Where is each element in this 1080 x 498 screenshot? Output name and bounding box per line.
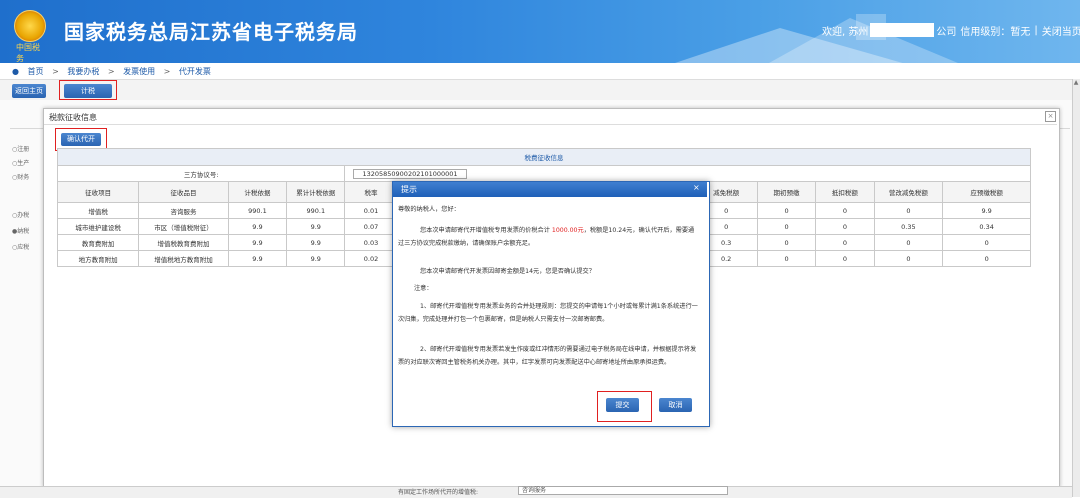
cell: 0	[756, 250, 817, 267]
user-info: 欢迎, 苏州 公司 信用级别：暂无 | 关闭当页	[822, 22, 1080, 38]
col-header: 营改减免税额	[873, 181, 944, 203]
cell: 0	[873, 234, 944, 251]
cell: 0.35	[873, 218, 944, 235]
cell: 0.34	[942, 218, 1031, 235]
breadcrumb-separator: >	[52, 67, 59, 76]
cell: 0	[815, 234, 875, 251]
col-header: 期初预缴	[756, 181, 817, 203]
cell: 增值税	[56, 202, 140, 219]
cell: 0	[756, 202, 817, 219]
emblem-caption: 中国税务	[16, 43, 40, 63]
cell: 0.03	[344, 234, 398, 251]
cell: 教育费附加	[56, 234, 140, 251]
cell: 9.9	[227, 218, 288, 235]
redacted-name	[870, 23, 935, 37]
col-header: 累计计税依据	[286, 181, 346, 203]
tax-emblem-icon	[14, 10, 46, 42]
cell: 990.1	[227, 202, 288, 219]
cell: 0.07	[344, 218, 398, 235]
cell: 0	[873, 202, 944, 219]
site-title: 国家税务总局江苏省电子税务局	[64, 20, 358, 44]
service-select[interactable]: 咨询服务	[518, 486, 728, 495]
amount-highlight: 1000.00元	[551, 227, 584, 234]
cell: 990.1	[286, 202, 346, 219]
dialog-close-icon[interactable]: ×	[1045, 111, 1056, 122]
modal-note-1: 1、邮寄代开增值税专用发票业务的合并处理规则：您提交的申请每1个小时或每累计满1…	[398, 303, 698, 323]
cell: 0	[942, 250, 1031, 267]
bg-option: ●纳税	[12, 228, 30, 235]
company-suffix: 公司	[936, 26, 957, 38]
cell: 增值税地方教育附加	[138, 250, 229, 267]
highlight-box	[597, 391, 652, 422]
cell: 9.9	[286, 250, 346, 267]
col-header: 征收品目	[138, 181, 229, 203]
col-header: 征收项目	[56, 181, 140, 203]
dialog-divider	[44, 124, 1057, 125]
cell: 0	[756, 234, 817, 251]
cell: 0	[873, 250, 944, 267]
cell: 咨询服务	[138, 202, 229, 219]
modal-header	[393, 182, 707, 197]
col-header: 税率	[344, 181, 398, 203]
bg-option: ○财务	[12, 174, 30, 181]
breadcrumb-separator: >	[163, 67, 171, 76]
table-section-title: 税费征收信息	[57, 148, 1031, 166]
cell: 9.9	[286, 234, 346, 251]
cell: 地方教育附加	[56, 250, 140, 267]
cell: 9.9	[227, 250, 288, 267]
credit-level: 信用级别：暂无	[960, 26, 1031, 38]
breadcrumb: ● 首页 > 我要办税 > 发票使用 > 代开发票	[12, 66, 211, 77]
cell: 城市维护建设税	[56, 218, 140, 235]
bg-option: ○应税	[12, 244, 30, 251]
modal-close-icon[interactable]: ×	[693, 183, 700, 192]
breadcrumb-invoice-use[interactable]: 发票使用	[123, 67, 155, 76]
bg-option: ○生产	[12, 160, 30, 167]
modal-paragraph-postage: 您本次申请邮寄代开发票因邮寄金额是14元，您是否确认提交？	[420, 268, 595, 275]
modal-paragraph-amount: 您本次申请邮寄代开增值税专用发票的价税合计 1000.00元，税额是10.24元…	[398, 227, 695, 247]
agreement-label: 三方协议号:	[56, 165, 346, 182]
cell: 9.9	[942, 202, 1031, 219]
agreement-cell: 13205850900202101000001	[344, 165, 1031, 182]
scroll-up-icon[interactable]: ▲	[1072, 79, 1080, 87]
cell: 增值税教育费附加	[138, 234, 229, 251]
cell: 0.02	[344, 250, 398, 267]
cell: 0	[756, 218, 817, 235]
highlight-box	[59, 80, 117, 100]
dialog-title: 税款征收信息	[49, 113, 97, 122]
cell: 市区（增值税附征）	[138, 218, 229, 235]
modal-greeting: 尊敬的纳税人，您好：	[398, 206, 460, 213]
cancel-button[interactable]: 取消	[659, 398, 692, 412]
back-home-button[interactable]: 返回主页	[12, 84, 46, 98]
breadcrumb-separator: >	[107, 67, 115, 76]
bottom-label: 有固定工作场所代开的增值税:	[398, 489, 479, 496]
cell: 9.9	[286, 218, 346, 235]
welcome-text: 欢迎, 苏州	[822, 26, 869, 38]
toolbar	[0, 80, 1072, 101]
location-pin-icon: ●	[12, 67, 19, 76]
breadcrumb-home[interactable]: 首页	[28, 67, 44, 76]
modal-note-label: 注意：	[414, 285, 433, 292]
col-header: 抵扣税额	[815, 181, 875, 203]
breadcrumb-tax[interactable]: 我要办税	[67, 67, 99, 76]
header-divider: |	[1034, 24, 1038, 36]
cell: 0	[815, 218, 875, 235]
modal-note-2: 2、邮寄代开增值税专用发票若发生作废或红冲情形的需要通过电子税务局在线申请，并根…	[398, 346, 697, 366]
cell: 9.9	[227, 234, 288, 251]
page-scrollbar[interactable]	[1072, 79, 1080, 497]
close-page-link[interactable]: 关闭当页	[1042, 23, 1080, 38]
breadcrumb-issue-invoice[interactable]: 代开发票	[179, 67, 211, 76]
col-header: 应预缴税额	[942, 181, 1031, 203]
col-header: 计税依据	[227, 181, 288, 203]
cell: 0	[815, 202, 875, 219]
cell: 0.01	[344, 202, 398, 219]
bg-option: ○办税	[12, 212, 30, 219]
bg-option: ○注册	[12, 146, 30, 153]
cell: 0	[942, 234, 1031, 251]
modal-title: 提示	[401, 185, 417, 194]
cell: 0	[815, 250, 875, 267]
agreement-select[interactable]: 13205850900202101000001	[353, 168, 467, 179]
